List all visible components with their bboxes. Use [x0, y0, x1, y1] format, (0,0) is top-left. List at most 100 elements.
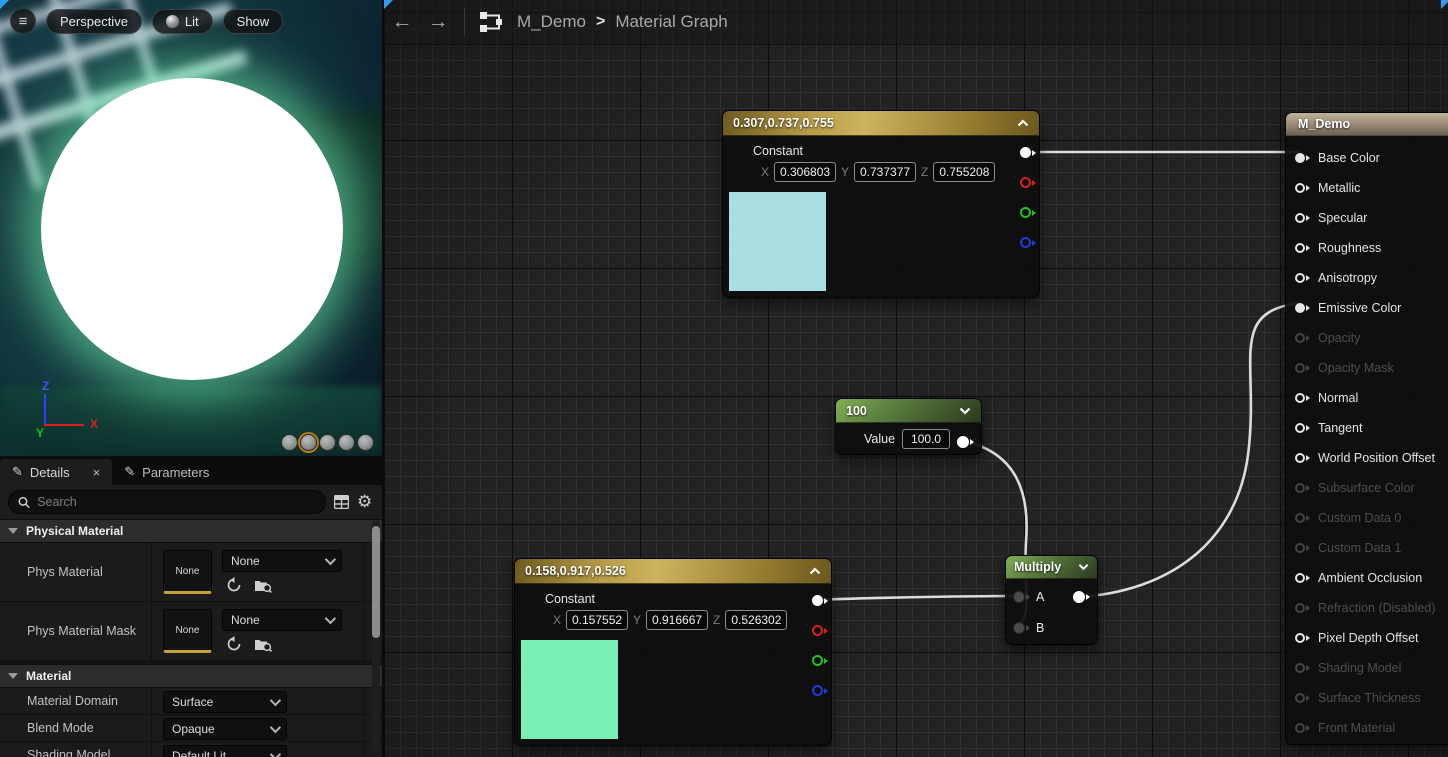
- section-material[interactable]: Material: [0, 664, 382, 688]
- material-graph-canvas[interactable]: ← → M_Demo > Material Graph 0.307,0.737,…: [384, 0, 1448, 757]
- tab-parameters-label: Parameters: [142, 465, 209, 480]
- pin-circle-icon: [1295, 183, 1305, 193]
- shading-model-dropdown[interactable]: Default Lit: [163, 745, 287, 757]
- edit-icon: ✎: [124, 464, 135, 480]
- z-value-field[interactable]: 0.755208: [933, 162, 995, 182]
- x-value-field[interactable]: 0.306803: [774, 162, 836, 182]
- output-pin-b[interactable]: [812, 685, 823, 696]
- x-value-field[interactable]: 0.157552: [566, 610, 628, 630]
- lit-mode-button[interactable]: Lit: [152, 9, 213, 34]
- output-pin-rgb[interactable]: [812, 595, 823, 606]
- output-pin-g[interactable]: [812, 655, 823, 666]
- material-input-pin[interactable]: Specular: [1286, 203, 1448, 233]
- shape-cube-button[interactable]: [338, 434, 355, 451]
- scrollbar-thumb[interactable]: [372, 526, 380, 638]
- browse-to-asset-icon[interactable]: [254, 637, 272, 652]
- input-b-label: B: [1036, 621, 1044, 635]
- use-selected-asset-icon[interactable]: [226, 636, 242, 652]
- search-box[interactable]: [8, 490, 326, 514]
- collapse-chevron-down-icon[interactable]: [1078, 563, 1089, 571]
- node-constant-scalar[interactable]: 100 Value 100.0: [835, 398, 982, 455]
- node-multiply[interactable]: Multiply A B: [1005, 555, 1098, 645]
- node-title: 0.158,0.917,0.526: [525, 564, 626, 578]
- pin-arrow-icon: [1306, 155, 1310, 161]
- search-input[interactable]: [37, 495, 316, 509]
- material-input-pin[interactable]: Roughness: [1286, 233, 1448, 263]
- output-pin-g[interactable]: [1020, 207, 1031, 218]
- breadcrumb-current[interactable]: Material Graph: [615, 12, 727, 32]
- collapse-chevron-up-icon[interactable]: [809, 567, 821, 575]
- output-pin-r[interactable]: [812, 625, 823, 636]
- left-column: ≡ Perspective Lit Show Z X Y: [0, 0, 384, 757]
- pin-circle-icon: [1295, 693, 1305, 703]
- settings-gear-icon[interactable]: ⚙: [357, 492, 372, 512]
- section-physical-material[interactable]: Physical Material: [0, 519, 382, 543]
- input-pin-b[interactable]: [1013, 622, 1025, 634]
- display-filter-icon[interactable]: [334, 495, 349, 509]
- preview-viewport[interactable]: ≡ Perspective Lit Show Z X Y: [0, 0, 382, 456]
- material-input-pin[interactable]: Ambient Occlusion: [1286, 563, 1448, 593]
- breadcrumb-root[interactable]: M_Demo: [517, 12, 586, 32]
- asset-thumbnail[interactable]: None: [163, 550, 212, 594]
- material-input-pin[interactable]: Tangent: [1286, 413, 1448, 443]
- shape-plane-button[interactable]: [319, 434, 336, 451]
- viewport-menu-icon[interactable]: ≡: [10, 8, 36, 34]
- node-constant3vector-b[interactable]: 0.158,0.917,0.526 Constant X 0.157552 Y …: [514, 558, 832, 746]
- material-input-pin[interactable]: Anisotropy: [1286, 263, 1448, 293]
- shape-cylinder-button[interactable]: [281, 434, 298, 451]
- pin-circle-icon: [1295, 723, 1305, 733]
- output-pin-b[interactable]: [1020, 237, 1031, 248]
- perspective-button[interactable]: Perspective: [46, 9, 142, 34]
- material-input-pin[interactable]: Normal: [1286, 383, 1448, 413]
- material-input-pin[interactable]: World Position Offset: [1286, 443, 1448, 473]
- details-scrollbar[interactable]: [372, 520, 380, 754]
- row-value: None None: [152, 602, 365, 660]
- value-field[interactable]: 100.0: [902, 429, 950, 449]
- blend-mode-dropdown[interactable]: Opaque: [163, 718, 287, 740]
- material-input-pin[interactable]: Emissive Color: [1286, 293, 1448, 323]
- material-input-pin[interactable]: Pixel Depth Offset: [1286, 623, 1448, 653]
- pin-circle-icon: [1295, 303, 1305, 313]
- output-pin[interactable]: [957, 436, 969, 448]
- back-arrow-button[interactable]: ←: [384, 10, 420, 34]
- pin-label: World Position Offset: [1318, 451, 1435, 465]
- tab-details-label: Details: [30, 465, 70, 480]
- pin-arrow-icon: [1306, 425, 1310, 431]
- browse-to-asset-icon[interactable]: [254, 578, 272, 593]
- collapse-chevron-up-icon[interactable]: [1017, 119, 1029, 127]
- tab-parameters[interactable]: ✎ Parameters: [112, 459, 221, 485]
- shape-mesh-button[interactable]: [357, 434, 374, 451]
- forward-arrow-button[interactable]: →: [420, 10, 456, 34]
- graph-hierarchy-icon[interactable]: [479, 10, 505, 34]
- tab-details[interactable]: ✎ Details ×: [0, 459, 112, 485]
- node-material-result[interactable]: M_Demo Base ColorMetallicSpecularRoughne…: [1285, 112, 1448, 745]
- collapse-chevron-down-icon[interactable]: [959, 407, 971, 415]
- material-input-pin[interactable]: Base Color: [1286, 143, 1448, 173]
- pin-arrow-icon: [1306, 695, 1310, 701]
- pin-arrow-icon: [1306, 215, 1310, 221]
- pin-label: Surface Thickness: [1318, 691, 1421, 705]
- pin-circle-icon: [1295, 333, 1305, 343]
- output-pin-r[interactable]: [1020, 177, 1031, 188]
- shape-sphere-button[interactable]: [300, 434, 317, 451]
- row-phys-material: Phys Material None None: [0, 543, 382, 602]
- axis-y-label: Y: [36, 426, 44, 440]
- y-value-field[interactable]: 0.737377: [854, 162, 916, 182]
- y-value-field[interactable]: 0.916667: [646, 610, 708, 630]
- node-constant3vector-a[interactable]: 0.307,0.737,0.755 Constant X 0.306803 Y …: [722, 110, 1040, 298]
- close-icon[interactable]: ×: [93, 465, 101, 480]
- output-pin-rgb[interactable]: [1020, 147, 1031, 158]
- material-input-pin: Shading Model: [1286, 653, 1448, 683]
- z-value-field[interactable]: 0.526302: [725, 610, 787, 630]
- show-button[interactable]: Show: [223, 9, 284, 34]
- material-input-pin[interactable]: Metallic: [1286, 173, 1448, 203]
- asset-thumbnail[interactable]: None: [163, 609, 212, 653]
- section-title: Material: [26, 669, 71, 683]
- asset-dropdown[interactable]: None: [222, 609, 342, 631]
- output-pin[interactable]: [1073, 591, 1085, 603]
- asset-dropdown[interactable]: None: [222, 550, 342, 572]
- material-domain-dropdown[interactable]: Surface: [163, 691, 287, 713]
- input-pin-a[interactable]: [1013, 591, 1025, 603]
- pin-circle-icon: [1295, 273, 1305, 283]
- use-selected-asset-icon[interactable]: [226, 577, 242, 593]
